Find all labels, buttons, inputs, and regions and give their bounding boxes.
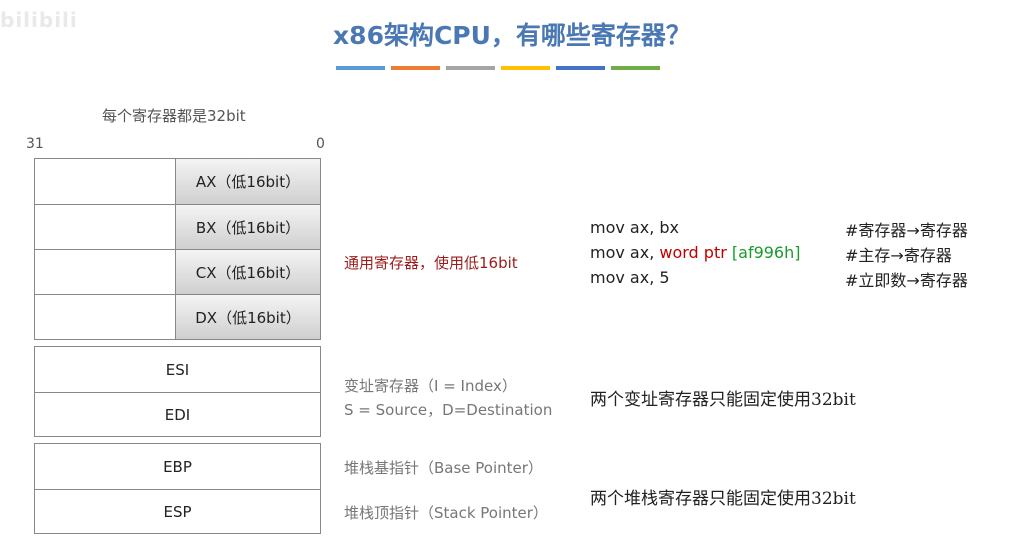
index-registers-description: 变址寄存器（I = Index） bbox=[344, 377, 517, 395]
pointer-registers-group: EBP ESP bbox=[34, 443, 321, 534]
pointer-registers-note: 两个堆栈寄存器只能固定使用32bit bbox=[590, 489, 856, 509]
register-ax-low: AX（低16bit） bbox=[175, 159, 320, 204]
general-registers-group: AX（低16bit） BX（低16bit） CX（低16bit） DX（低16b… bbox=[34, 158, 321, 340]
register-row-dx: DX（低16bit） bbox=[35, 294, 320, 339]
stripe-3 bbox=[446, 66, 495, 70]
register-row-esi: ESI bbox=[35, 347, 320, 392]
code-comment-3: #立即数→寄存器 bbox=[845, 271, 968, 290]
stripe-6 bbox=[611, 66, 660, 70]
index-registers-group: ESI EDI bbox=[34, 346, 321, 437]
bit-31-label: 31 bbox=[26, 136, 44, 152]
index-registers-sd-description: S = Source，D=Destination bbox=[344, 401, 553, 419]
register-bx-low: BX（低16bit） bbox=[175, 205, 320, 249]
stripe-1 bbox=[336, 66, 385, 70]
code-line-1: mov ax, bx bbox=[590, 218, 679, 237]
stripe-2 bbox=[391, 66, 440, 70]
index-registers-note: 两个变址寄存器只能固定使用32bit bbox=[590, 390, 856, 410]
register-row-cx: CX（低16bit） bbox=[35, 249, 320, 294]
register-row-ax: AX（低16bit） bbox=[35, 159, 320, 204]
base-pointer-description: 堆栈基指针（Base Pointer） bbox=[344, 459, 543, 477]
stripe-5 bbox=[556, 66, 605, 70]
register-ebp: EBP bbox=[163, 457, 192, 476]
stripe-4 bbox=[501, 66, 550, 70]
stack-pointer-description: 堆栈顶指针（Stack Pointer） bbox=[344, 504, 548, 522]
register-esp: ESP bbox=[163, 503, 192, 521]
code-line-2-prefix: mov ax, bbox=[590, 243, 660, 262]
register-row-esp: ESP bbox=[35, 489, 320, 534]
code-comment-2: #主存→寄存器 bbox=[845, 246, 952, 265]
title-color-stripes bbox=[336, 66, 660, 70]
code-line-2-address: [af996h] bbox=[731, 243, 801, 262]
register-row-edi: EDI bbox=[35, 392, 320, 437]
register-edi: EDI bbox=[164, 406, 191, 424]
general-registers-description: 通用寄存器，使用低16bit bbox=[344, 254, 518, 272]
register-row-bx: BX（低16bit） bbox=[35, 204, 320, 249]
bit-0-label: 0 bbox=[316, 136, 325, 152]
register-dx-low: DX（低16bit） bbox=[175, 295, 320, 339]
register-row-ebp: EBP bbox=[35, 444, 320, 489]
register-cx-low: CX（低16bit） bbox=[175, 250, 320, 294]
code-line-2: mov ax, word ptr [af996h] bbox=[590, 243, 801, 262]
page-title: x86架构CPU，有哪些寄存器？ bbox=[333, 21, 691, 50]
code-line-3: mov ax, 5 bbox=[590, 268, 670, 287]
register-esi: ESI bbox=[165, 360, 190, 379]
code-line-2-keyword: word ptr bbox=[659, 243, 727, 262]
register-width-caption: 每个寄存器都是32bit bbox=[102, 107, 246, 125]
code-comment-1: #寄存器→寄存器 bbox=[845, 221, 968, 240]
